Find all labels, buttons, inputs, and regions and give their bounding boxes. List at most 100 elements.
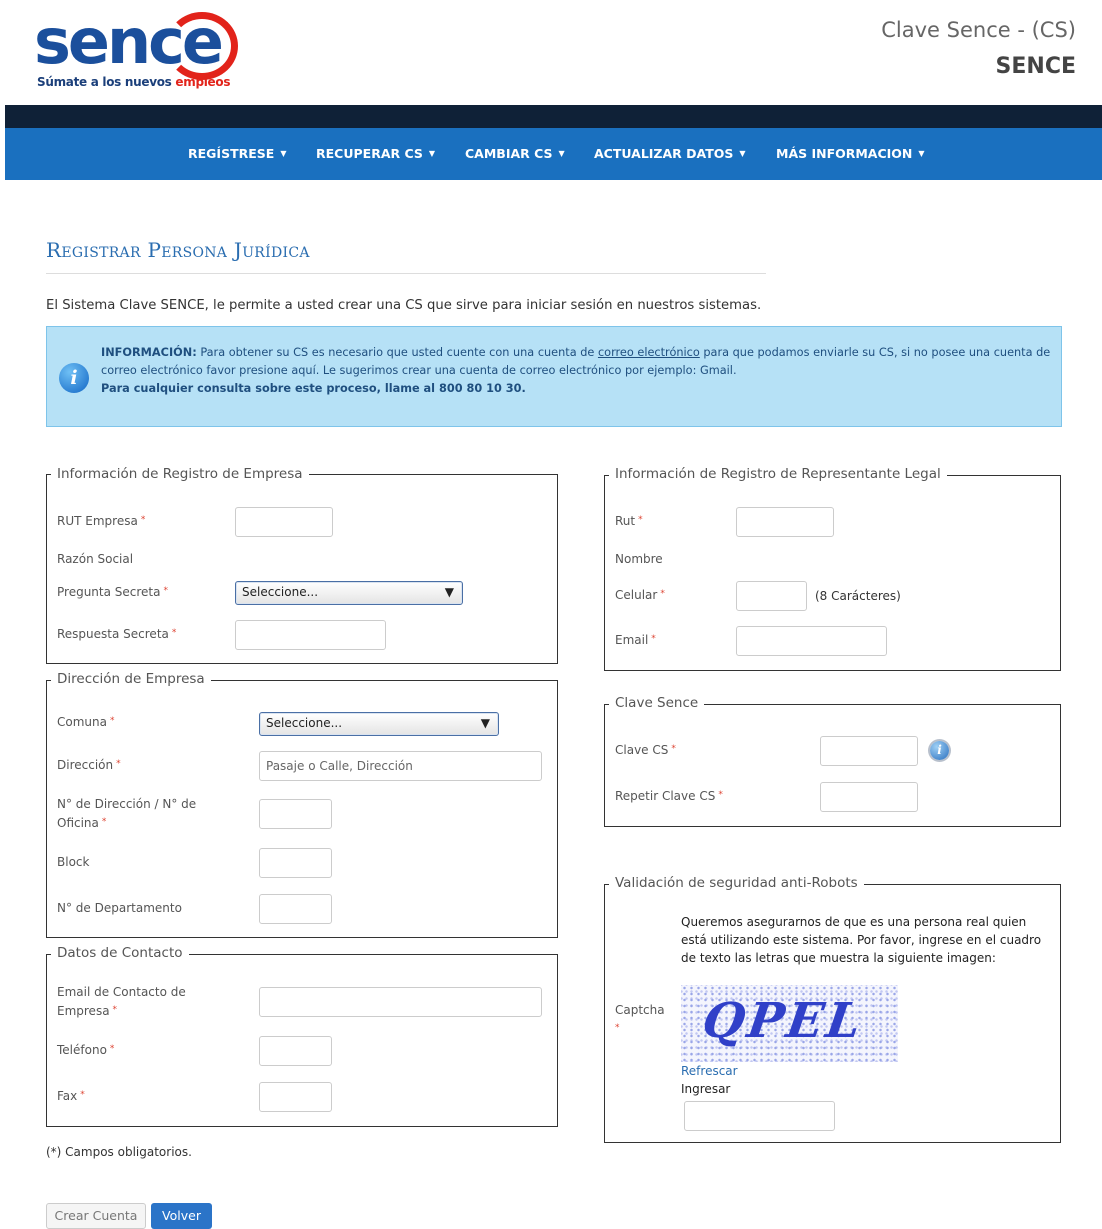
label-text: Respuesta Secreta [57, 627, 169, 641]
info-label: INFORMACIÓN: [101, 346, 197, 359]
label-celular: Celular * [615, 585, 665, 604]
info-text-part: Para obtener su CS es necesario que uste… [196, 346, 598, 359]
nav-recuperar-cs[interactable]: RECUPERAR CS ▼ [316, 146, 435, 161]
info-text: INFORMACIÓN: Para obtener su CS es neces… [101, 344, 1051, 398]
required-mark: * [660, 589, 665, 599]
nav-cambiar-cs[interactable]: CAMBIAR CS ▼ [465, 146, 565, 161]
label-pregunta-secreta: Pregunta Secreta * [57, 582, 168, 601]
legend-contacto: Datos de Contacto [51, 945, 189, 961]
required-mark: * [651, 634, 656, 644]
nav-label: RECUPERAR CS [316, 146, 423, 161]
celular-hint: (8 Carácteres) [815, 589, 901, 603]
label-text: Fax [57, 1089, 78, 1103]
label-text: Email de Contacto de Empresa [57, 985, 186, 1018]
fax-input[interactable] [259, 1082, 332, 1112]
label-email: Email * [615, 630, 656, 649]
label-nombre: Nombre [615, 552, 663, 566]
label-direccion: Dirección * [57, 755, 121, 774]
label-text: Clave CS [615, 743, 669, 757]
app-subtitle: SENCE [995, 54, 1076, 79]
label-rut-empresa: RUT Empresa * [57, 511, 145, 530]
rut-input[interactable] [736, 507, 834, 537]
info-icon: i [59, 363, 89, 393]
label-email-contacto: Email de Contacto de Empresa * [57, 983, 227, 1020]
label-block: Block [57, 855, 90, 869]
nav-label: MÁS INFORMACION [776, 146, 913, 161]
crear-cuenta-button[interactable]: Crear Cuenta [46, 1203, 146, 1229]
email-contacto-input[interactable] [259, 987, 542, 1017]
nav-label: REGÍSTRESE [188, 146, 275, 161]
volver-button[interactable]: Volver [151, 1203, 212, 1229]
required-mark: * [101, 817, 107, 827]
aqui-link[interactable]: aquí [291, 364, 315, 377]
numero-direccion-input[interactable] [259, 799, 332, 829]
dropdown-arrow-icon: ▼ [444, 585, 454, 599]
caret-down-icon: ▼ [739, 149, 746, 158]
caret-down-icon: ▼ [280, 149, 287, 158]
required-mark: * [615, 1023, 620, 1033]
block-input[interactable] [259, 848, 332, 878]
captcha-image-text: QPEL [699, 993, 868, 1049]
info-icon[interactable]: i [930, 741, 949, 760]
email-link[interactable]: correo electrónico [598, 346, 700, 359]
label-repetir-clave: Repetir Clave CS * [615, 786, 723, 805]
celular-input[interactable] [736, 581, 807, 611]
label-razon-social: Razón Social [57, 552, 134, 566]
captcha-input[interactable] [684, 1101, 835, 1131]
label-fax: Fax * [57, 1086, 85, 1105]
top-dark-bar [5, 105, 1102, 128]
required-fields-note: (*) Campos obligatorios. [46, 1145, 192, 1159]
caret-down-icon: ▼ [918, 149, 925, 158]
nav-actualizar-datos[interactable]: ACTUALIZAR DATOS ▼ [594, 146, 746, 161]
rut-empresa-input[interactable] [235, 507, 333, 537]
label-text: Celular [615, 588, 658, 602]
caret-down-icon: ▼ [428, 149, 436, 158]
legend-empresa: Información de Registro de Empresa [51, 466, 309, 482]
respuesta-secreta-input[interactable] [235, 620, 386, 650]
label-text: Repetir Clave CS [615, 789, 716, 803]
dropdown-arrow-icon: ▼ [480, 716, 490, 730]
nav-mas-informacion[interactable]: MÁS INFORMACION ▼ [776, 146, 925, 161]
label-telefono: Teléfono * [57, 1040, 114, 1059]
caret-down-icon: ▼ [558, 149, 565, 158]
repetir-clave-input[interactable] [820, 782, 918, 812]
nav-registrese[interactable]: REGÍSTRESE ▼ [188, 146, 286, 161]
label-numero-direccion: N° de Dirección / N° de Oficina * [57, 795, 227, 832]
title-divider [46, 273, 766, 274]
required-mark: * [718, 790, 723, 800]
label-text: Teléfono [57, 1043, 107, 1057]
intro-text: El Sistema Clave SENCE, le permite a ust… [46, 298, 762, 313]
captcha-image: QPEL [681, 985, 898, 1062]
required-mark: * [163, 586, 169, 596]
logo-tagline: Súmate a los nuevos empleos [37, 75, 230, 89]
required-mark: * [109, 1044, 115, 1054]
comuna-select[interactable]: Seleccione... ▼ [259, 712, 499, 736]
required-mark: * [112, 1005, 118, 1015]
refrescar-link[interactable]: Refrescar [681, 1062, 738, 1080]
legend-representante: Información de Registro de Representante… [609, 466, 947, 482]
legend-captcha: Validación de seguridad anti-Robots [609, 875, 864, 891]
gmail-link[interactable]: Gmail [700, 364, 733, 377]
select-value: Seleccione... [242, 585, 319, 599]
label-departamento: N° de Departamento [57, 901, 182, 915]
nav-label: CAMBIAR CS [465, 146, 553, 161]
label-rut: Rut * [615, 511, 643, 530]
departamento-input[interactable] [259, 894, 332, 924]
email-input[interactable] [736, 626, 887, 656]
logo-tagline-text: Súmate a los nuevos [37, 75, 176, 89]
info-text-part: . Le sugerimos crear una cuenta de corre… [315, 364, 700, 377]
pregunta-secreta-select[interactable]: Seleccione... ▼ [235, 581, 463, 605]
page-title: Registrar Persona Jurídica [46, 238, 310, 262]
required-mark: * [116, 759, 121, 769]
info-phone-line: Para cualquier consulta sobre este proce… [101, 382, 526, 395]
direccion-input[interactable]: Pasaje o Calle, Dirección [259, 751, 542, 781]
label-comuna: Comuna * [57, 712, 114, 731]
label-captcha: Captcha * [615, 1001, 665, 1038]
label-text: Rut [615, 514, 636, 528]
telefono-input[interactable] [259, 1036, 332, 1066]
clave-cs-input[interactable] [820, 736, 918, 766]
label-text: Dirección [57, 758, 114, 772]
label-text: Pregunta Secreta [57, 585, 161, 599]
select-value: Seleccione... [266, 716, 343, 730]
label-text: Email [615, 633, 649, 647]
